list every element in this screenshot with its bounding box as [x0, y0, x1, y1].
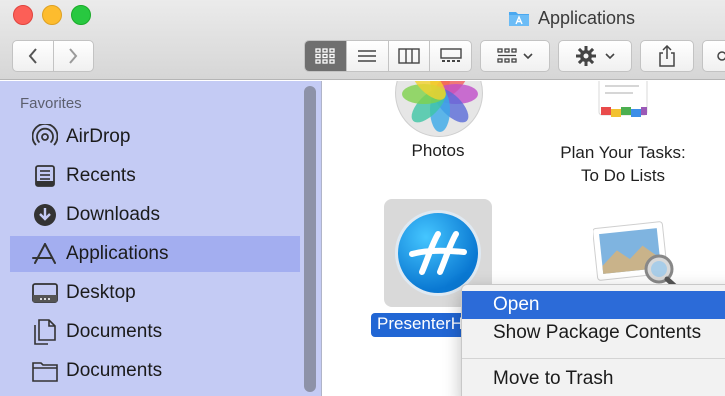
sidebar-item-label: Applications [66, 243, 169, 264]
menu-item-open[interactable]: Open [462, 291, 725, 319]
chevron-left-icon [28, 48, 37, 64]
applications-folder-icon [509, 12, 529, 26]
context-menu: Open Show Package Contents Move to Trash [461, 284, 725, 396]
list-view-button[interactable] [345, 41, 388, 71]
share-icon [659, 45, 675, 67]
window-title: Applications [508, 6, 635, 30]
sidebar-item-label: Documents [66, 360, 163, 381]
minimize-window-button[interactable] [42, 5, 62, 25]
close-window-button[interactable] [13, 5, 33, 25]
finder-toolbar: Applications [0, 0, 725, 80]
gear-icon [576, 46, 596, 66]
downloads-icon [32, 202, 58, 228]
back-button[interactable] [13, 41, 53, 71]
documents-icon [32, 319, 58, 345]
chevron-right-icon [69, 48, 78, 64]
todo-list-label-line1: Plan Your Tasks: [560, 143, 686, 162]
sidebar-item-label: Downloads [66, 204, 160, 225]
sidebar-item-label: Desktop [66, 282, 136, 303]
gallery-view-button[interactable] [429, 41, 471, 71]
sidebar-item-airdrop[interactable]: AirDrop [10, 119, 300, 155]
forward-button[interactable] [52, 41, 94, 71]
sidebar-item-label: Recents [66, 165, 136, 186]
sidebar-item-desktop[interactable]: Desktop [10, 275, 300, 311]
todo-list-app-label[interactable]: Plan Your Tasks: To Do Lists [541, 141, 705, 187]
gallery-icon [439, 48, 462, 62]
sidebar-item-label: Documents [66, 321, 163, 342]
chevron-down-icon [605, 53, 615, 60]
zoom-window-button[interactable] [71, 5, 91, 25]
tags-button[interactable] [702, 40, 725, 72]
folder-icon [32, 358, 58, 384]
sidebar-scrollbar[interactable] [304, 86, 316, 392]
sidebar-item-recents[interactable]: Recents [10, 158, 300, 194]
chevron-down-icon [523, 53, 533, 60]
todo-list-app-icon[interactable] [593, 81, 653, 123]
column-view-button[interactable] [387, 41, 430, 71]
menu-separator [462, 358, 725, 359]
desktop-icon [32, 280, 58, 306]
columns-icon [398, 48, 420, 64]
sidebar-item-label: AirDrop [66, 126, 131, 147]
view-mode-segmented-control [304, 40, 472, 72]
action-menu-button[interactable] [558, 40, 632, 72]
icon-view-button[interactable] [305, 41, 346, 71]
list-icon [358, 50, 377, 62]
applications-icon [32, 241, 58, 267]
icon-grid-icon [315, 48, 336, 64]
menu-item-show-package-contents[interactable]: Show Package Contents [462, 319, 725, 347]
photos-app-icon[interactable] [395, 81, 483, 137]
sidebar-heading-favorites: Favorites [20, 95, 82, 112]
window-title-text: Applications [538, 7, 636, 28]
sidebar-item-applications[interactable]: Applications [10, 236, 300, 272]
sidebar-item-documents[interactable]: Documents [10, 314, 300, 350]
photos-app-label[interactable]: Photos [373, 141, 503, 161]
navigation-buttons [12, 40, 94, 72]
group-icon [497, 48, 517, 63]
menu-item-move-to-trash[interactable]: Move to Trash [462, 365, 725, 393]
recents-icon [32, 163, 58, 189]
tag-icon [717, 51, 725, 61]
share-button[interactable] [640, 40, 694, 72]
todo-list-label-line2: To Do Lists [580, 166, 666, 185]
sidebar-item-downloads[interactable]: Downloads [10, 197, 300, 233]
airdrop-icon [32, 124, 58, 150]
group-by-button[interactable] [480, 40, 550, 72]
preview-app-icon[interactable] [593, 219, 679, 289]
sidebar-item-documents-folder[interactable]: Documents [10, 353, 300, 389]
